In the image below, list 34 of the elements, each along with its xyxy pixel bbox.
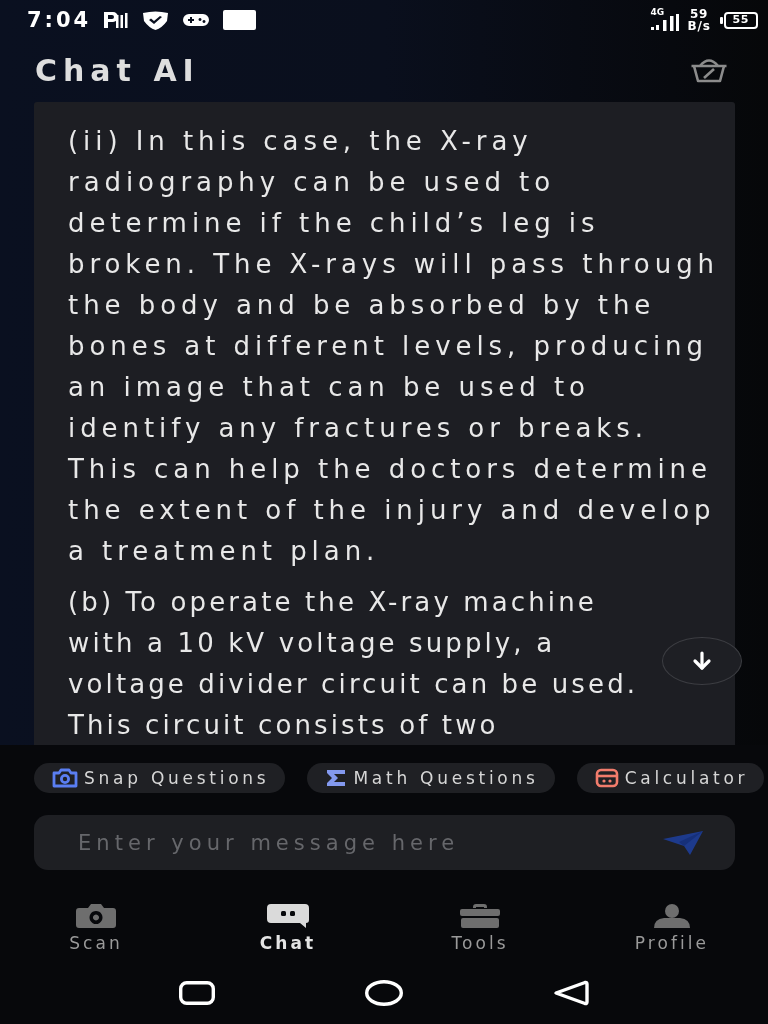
suggestion-chip[interactable]: Snap Questions bbox=[34, 763, 286, 793]
blank-notification-icon bbox=[223, 10, 256, 30]
back-icon[interactable] bbox=[553, 980, 589, 1006]
arrow-down-icon bbox=[692, 651, 712, 671]
suggestion-chip[interactable]: Math Questions bbox=[307, 763, 555, 793]
battery-indicator: 55 bbox=[719, 11, 758, 29]
app-notification-icon bbox=[102, 11, 128, 29]
camera-icon bbox=[52, 768, 78, 788]
app-title: Chat AI bbox=[35, 52, 200, 88]
signal-icon bbox=[650, 14, 679, 31]
network-speed: 59 bbox=[689, 8, 709, 20]
recent-apps-icon[interactable] bbox=[179, 981, 215, 1005]
message-paragraph: (b) To operate the X-ray machine with a 10 kV voltage supply, a voltage divider circuit can be used. This circuit consists of two bbox=[68, 586, 640, 742]
message-input[interactable]: Enter your message here bbox=[34, 815, 735, 870]
sigma-icon bbox=[325, 769, 348, 787]
network-type: 4G bbox=[650, 7, 665, 17]
nav-tab[interactable]: Chat bbox=[192, 895, 384, 962]
shield-icon bbox=[142, 10, 169, 30]
camera-icon bbox=[76, 904, 116, 928]
nav-tab[interactable]: Scan bbox=[0, 895, 192, 962]
person-icon bbox=[652, 904, 692, 928]
suggestion-chip[interactable]: Calculator bbox=[576, 763, 765, 793]
home-icon[interactable] bbox=[365, 980, 403, 1006]
nav-tab[interactable]: Tools bbox=[384, 895, 576, 962]
gamepad-icon bbox=[183, 13, 209, 27]
paper-plane-icon bbox=[662, 830, 704, 856]
nav-tab[interactable]: Profile bbox=[576, 895, 768, 962]
clock-time: 7:04 bbox=[27, 8, 91, 32]
chat-bubble-icon bbox=[267, 904, 309, 928]
message-paragraph: (ii) In this case, the X-ray radiography can be used to determine if the child’s leg is broken. The X-rays will pass through the body and be absorbed by the bones at different levels, producing an image that can be used to identify any fractures or breaks. This can help the doctors determine the extent of the injury and develop a treatment plan. bbox=[68, 125, 720, 568]
calculator-icon bbox=[594, 768, 619, 788]
toolbox-icon bbox=[460, 904, 500, 928]
basket-icon[interactable] bbox=[690, 57, 728, 83]
network-speed-unit: B/s bbox=[687, 20, 711, 32]
